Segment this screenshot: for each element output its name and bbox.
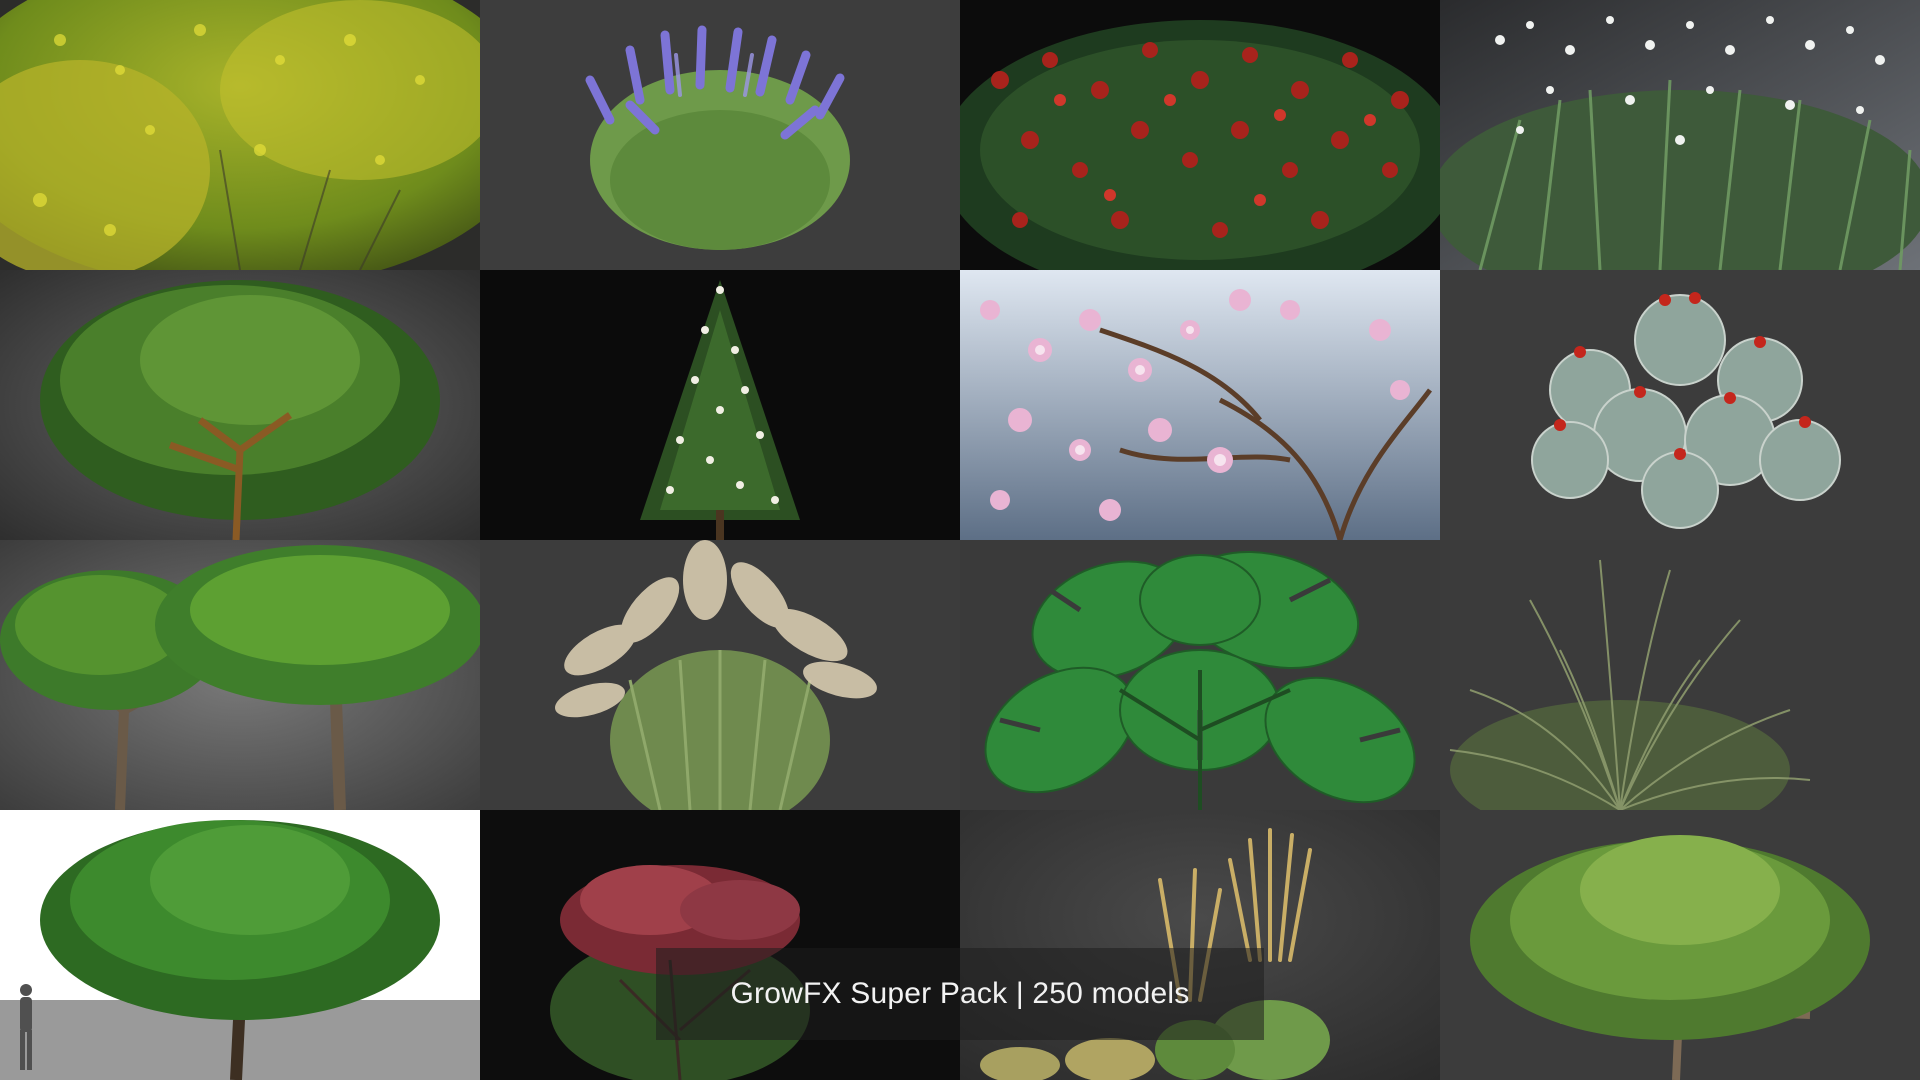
conical-flowering-tree-image <box>480 270 960 540</box>
monstera-plant-image <box>960 540 1440 810</box>
tile-fine-ornamental-grass <box>1440 540 1920 810</box>
pink-magnolia-branches-image <box>960 270 1440 540</box>
tile-pink-magnolia-branches <box>960 270 1440 540</box>
round-cactus-cluster-image <box>1440 270 1920 540</box>
twin-green-trees-image <box>0 540 480 810</box>
tile-monstera-plant <box>960 540 1440 810</box>
tile-round-cactus-cluster <box>1440 270 1920 540</box>
tile-large-tree-with-human-silhouette <box>0 810 480 1080</box>
tile-spreading-green-tree <box>0 270 480 540</box>
caption-text: GrowFX Super Pack | 250 models <box>730 977 1190 1010</box>
yellow-flowering-shrub-image <box>0 0 480 270</box>
tile-twin-green-trees <box>0 540 480 810</box>
caption-banner: GrowFX Super Pack | 250 models <box>656 948 1264 1040</box>
broad-canopy-tree-image <box>1440 810 1920 1080</box>
tile-white-flowering-grass <box>1440 0 1920 270</box>
tile-red-berry-shrub <box>960 0 1440 270</box>
pampas-grass-image <box>480 540 960 810</box>
tile-broad-canopy-tree <box>1440 810 1920 1080</box>
tile-yellow-flowering-shrub <box>0 0 480 270</box>
tile-pampas-grass <box>480 540 960 810</box>
tile-lavender-flowering-plant <box>480 0 960 270</box>
spreading-green-tree-image <box>0 270 480 540</box>
plant-model-gallery <box>0 0 1920 1080</box>
tile-conical-flowering-tree <box>480 270 960 540</box>
white-flowering-grass-image <box>1440 0 1920 270</box>
lavender-flowering-plant-image <box>480 0 960 270</box>
red-berry-shrub-image <box>960 0 1440 270</box>
large-tree-with-human-silhouette-image <box>0 810 480 1080</box>
fine-ornamental-grass-image <box>1440 540 1920 810</box>
